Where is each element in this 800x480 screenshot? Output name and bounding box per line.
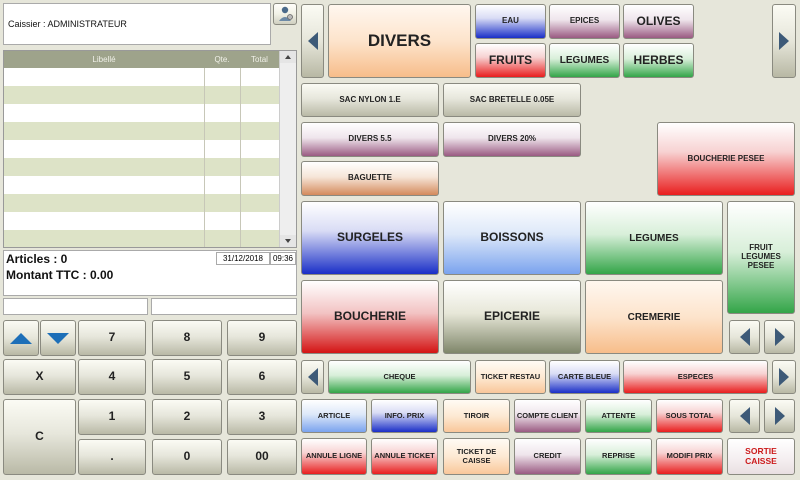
family-fruit-legumes-pesee[interactable]: FRUIT LEGUMES PESEE xyxy=(727,201,795,314)
action-annule-ligne[interactable]: ANNULE LIGNE xyxy=(301,438,367,475)
family-surgeles[interactable]: SURGELES xyxy=(301,201,439,275)
arrow-up-icon xyxy=(10,332,32,344)
payment-carte-bleue[interactable]: CARTE BLEUE xyxy=(549,360,620,394)
family-boucherie[interactable]: BOUCHERIE xyxy=(301,280,439,354)
col-qte: Qte. xyxy=(214,55,230,64)
action-attente[interactable]: ATTENTE xyxy=(585,399,652,433)
payment-cheque[interactable]: CHEQUE xyxy=(328,360,471,394)
action-reprise[interactable]: REPRISE xyxy=(585,438,652,475)
key-00[interactable]: 00 xyxy=(227,439,297,475)
products-next-button[interactable] xyxy=(764,320,795,354)
category-divers[interactable]: DIVERS xyxy=(328,4,471,78)
product-boucherie-pesee[interactable]: BOUCHERIE PESEE xyxy=(657,122,795,196)
arrow-right-icon xyxy=(774,407,785,425)
family-epicerie[interactable]: EPICERIE xyxy=(443,280,581,354)
list-up-button[interactable] xyxy=(3,320,39,356)
action-compte-client[interactable]: COMPTE CLIENT xyxy=(514,399,581,433)
category-epices[interactable]: EPICES xyxy=(549,4,620,39)
key-3[interactable]: 3 xyxy=(227,399,297,435)
cashier-header: Caissier : ADMINISTRATEUR xyxy=(3,3,271,45)
user-settings-icon xyxy=(279,6,293,21)
key-8[interactable]: 8 xyxy=(152,320,222,356)
key-2[interactable]: 2 xyxy=(152,399,222,435)
pos-screen: Caissier : ADMINISTRATEUR Libellé Qte. T… xyxy=(0,0,800,480)
payment-next-button[interactable] xyxy=(772,360,796,394)
key-clear[interactable]: C xyxy=(3,399,76,475)
info-field-right xyxy=(151,298,297,315)
product-baguette[interactable]: BAGUETTE xyxy=(301,161,439,196)
ticket-time: 09:36 xyxy=(270,252,296,265)
family-legumes[interactable]: LEGUMES xyxy=(585,201,723,275)
actions-prev-button[interactable] xyxy=(729,399,760,433)
col-divider xyxy=(240,68,241,247)
category-fruits[interactable]: FRUITS xyxy=(475,43,546,78)
ticket-table: Libellé Qte. Total xyxy=(3,50,297,248)
payment-ticket-restau[interactable]: TICKET RESTAU xyxy=(475,360,546,394)
product-sac-nylon[interactable]: SAC NYLON 1.E xyxy=(301,83,439,117)
action-info-prix[interactable]: INFO. PRIX xyxy=(371,399,438,433)
products-prev-button[interactable] xyxy=(729,320,760,354)
table-header: Libellé Qte. Total xyxy=(4,51,279,68)
col-total: Total xyxy=(251,55,268,64)
product-divers-20[interactable]: DIVERS 20% xyxy=(443,122,581,157)
payment-prev-button[interactable] xyxy=(301,360,324,394)
category-herbes[interactable]: HERBES xyxy=(623,43,694,78)
action-article[interactable]: ARTICLE xyxy=(301,399,367,433)
list-down-button[interactable] xyxy=(40,320,76,356)
user-settings-button[interactable] xyxy=(273,3,297,25)
arrow-down-icon xyxy=(47,332,69,344)
family-cremerie[interactable]: CREMERIE xyxy=(585,280,723,354)
arrow-right-icon xyxy=(779,368,789,386)
arrow-right-icon xyxy=(774,328,785,346)
montant-ttc: Montant TTC : 0.00 xyxy=(6,268,114,282)
action-ticket-de-caisse[interactable]: TICKET DE CAISSE xyxy=(443,438,510,475)
key-7[interactable]: 7 xyxy=(78,320,146,356)
arrow-left-icon xyxy=(307,368,318,386)
key-9[interactable]: 9 xyxy=(227,320,297,356)
action-modifi-prix[interactable]: MODIFI PRIX xyxy=(656,438,723,475)
key-6[interactable]: 6 xyxy=(227,359,297,395)
key-5[interactable]: 5 xyxy=(152,359,222,395)
category-legumes[interactable]: LEGUMES xyxy=(549,43,620,78)
key-0[interactable]: 0 xyxy=(152,439,222,475)
action-sortie-caisse[interactable]: SORTIE CAISSE xyxy=(727,438,795,475)
col-libelle: Libellé xyxy=(92,55,116,64)
articles-count: Articles : 0 xyxy=(6,252,68,266)
table-scrollbar[interactable] xyxy=(279,51,296,247)
scroll-up-icon[interactable] xyxy=(280,51,296,63)
category-olives[interactable]: OLIVES xyxy=(623,4,694,39)
arrow-right-icon xyxy=(779,32,789,50)
key-x[interactable]: X xyxy=(3,359,76,395)
product-divers-55[interactable]: DIVERS 5.5 xyxy=(301,122,439,157)
category-prev-button[interactable] xyxy=(301,4,324,78)
category-eau[interactable]: EAU xyxy=(475,4,546,39)
category-next-button[interactable] xyxy=(772,4,796,78)
ticket-date: 31/12/2018 xyxy=(216,252,270,265)
payment-especes[interactable]: ESPECES xyxy=(623,360,768,394)
info-field-left xyxy=(3,298,148,315)
table-rows xyxy=(4,68,279,247)
product-sac-bretelle[interactable]: SAC BRETELLE 0.05E xyxy=(443,83,581,117)
scroll-down-icon[interactable] xyxy=(280,235,296,247)
cashier-label: Caissier : ADMINISTRATEUR xyxy=(8,19,127,29)
action-annule-ticket[interactable]: ANNULE TICKET xyxy=(371,438,438,475)
arrow-left-icon xyxy=(307,32,318,50)
key-dot[interactable]: . xyxy=(78,439,146,475)
action-tiroir[interactable]: TIROIR xyxy=(443,399,510,433)
family-boissons[interactable]: BOISSONS xyxy=(443,201,581,275)
arrow-left-icon xyxy=(739,328,750,346)
col-divider xyxy=(204,68,205,247)
action-credit[interactable]: CREDIT xyxy=(514,438,581,475)
actions-next-button[interactable] xyxy=(764,399,795,433)
action-sous-total[interactable]: SOUS TOTAL xyxy=(656,399,723,433)
ticket-summary: Articles : 0 31/12/2018 09:36 Montant TT… xyxy=(3,250,297,296)
key-4[interactable]: 4 xyxy=(78,359,146,395)
arrow-left-icon xyxy=(739,407,750,425)
key-1[interactable]: 1 xyxy=(78,399,146,435)
